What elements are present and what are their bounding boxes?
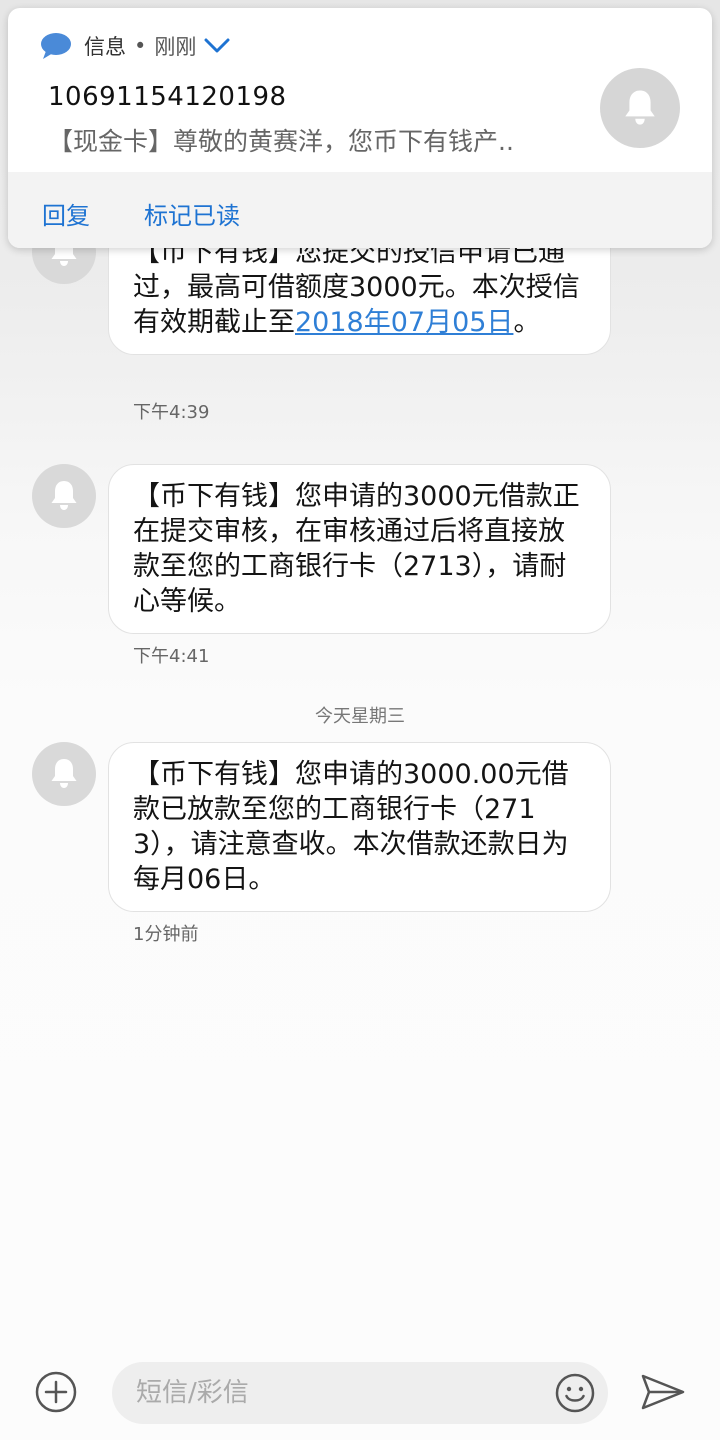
message-timestamp: 下午4:41 (133, 646, 210, 667)
add-attachment-button[interactable] (34, 1370, 78, 1414)
message-input[interactable] (112, 1362, 608, 1424)
bell-icon (51, 481, 77, 510)
reply-button[interactable]: 回复 (42, 196, 90, 231)
bell-icon (51, 759, 77, 788)
message-timestamp: 1分钟前 (133, 924, 199, 945)
message-bubble[interactable]: 【币下有钱】您申请的3000元借款正在提交审核，在审核通过后将直接放款至您的工商… (108, 464, 611, 634)
emoji-button[interactable] (554, 1372, 596, 1414)
message-timestamp: 下午4:39 (133, 402, 210, 423)
send-button[interactable] (640, 1372, 686, 1412)
notification-header: 信息 • 刚刚 (40, 30, 230, 62)
notification-avatar (600, 68, 680, 148)
notification-time: 刚刚 (154, 35, 197, 59)
mark-read-button[interactable]: 标记已读 (144, 196, 240, 231)
chevron-down-icon[interactable] (204, 38, 230, 54)
notification-separator: • (134, 34, 147, 58)
message-bubble[interactable]: 【币下有钱】您申请的3000.00元借款已放款至您的工商银行卡（2713），请注… (108, 742, 611, 912)
notification-preview: 【现金卡】尊敬的黄赛洋，您币下有钱产.. (48, 127, 514, 156)
date-link[interactable]: 2018年07月05日 (295, 307, 513, 338)
smiley-icon (555, 1373, 595, 1413)
send-arrow-icon (641, 1374, 685, 1410)
notification-app-name: 信息 (84, 35, 126, 59)
message-text-end: 。 (513, 307, 541, 338)
sender-avatar[interactable] (32, 464, 96, 528)
compose-bar (0, 1340, 720, 1440)
message-bubble-icon (40, 32, 72, 60)
notification-sender: 10691154120198 (48, 82, 287, 112)
plus-circle-icon (35, 1371, 77, 1413)
notification-actions: 回复 标记已读 (8, 172, 712, 248)
sender-avatar[interactable] (32, 742, 96, 806)
notification-card[interactable]: 信息 • 刚刚 10691154120198 【现金卡】尊敬的黄赛洋，您币下有钱… (8, 8, 712, 248)
date-separator: 今天星期三 (315, 706, 405, 727)
bell-icon (625, 90, 655, 125)
